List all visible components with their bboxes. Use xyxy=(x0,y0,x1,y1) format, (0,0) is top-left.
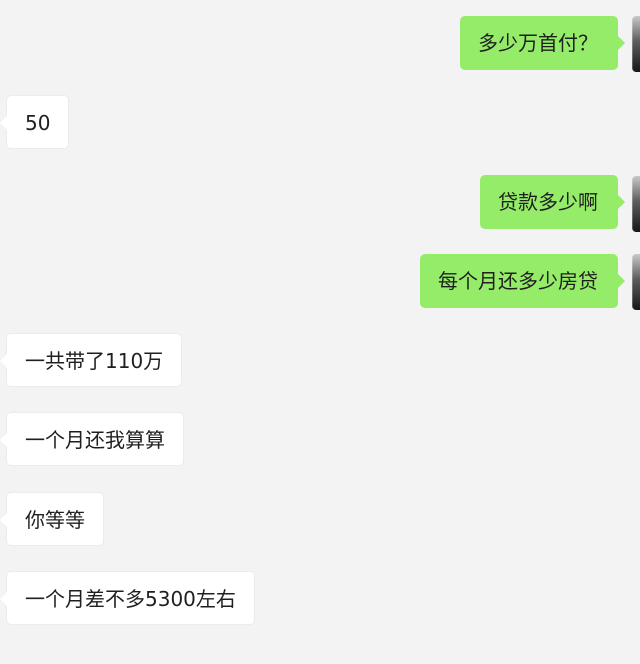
incoming-message-bubble[interactable]: 你等等 xyxy=(0,492,104,546)
outgoing-message-bubble[interactable]: 贷款多少啊 xyxy=(480,175,625,229)
user-avatar[interactable] xyxy=(632,176,640,232)
outgoing-message-bubble[interactable]: 多少万首付？ xyxy=(460,16,625,70)
user-avatar[interactable] xyxy=(632,16,640,72)
incoming-message-bubble[interactable]: 50 xyxy=(0,95,70,149)
incoming-message-bubble[interactable]: 一共带了110万 xyxy=(0,333,183,387)
incoming-message-bubble[interactable]: 一个月还我算算 xyxy=(0,412,184,466)
outgoing-message-bubble[interactable]: 每个月还多少房贷 xyxy=(420,254,625,308)
incoming-message-bubble[interactable]: 一个月差不多5300左右 xyxy=(0,571,255,625)
user-avatar[interactable] xyxy=(632,254,640,310)
chat-conversation: 多少万首付？ 50 贷款多少啊 每个月还多少房贷 一共带了110万 一个月还我算… xyxy=(0,0,640,664)
